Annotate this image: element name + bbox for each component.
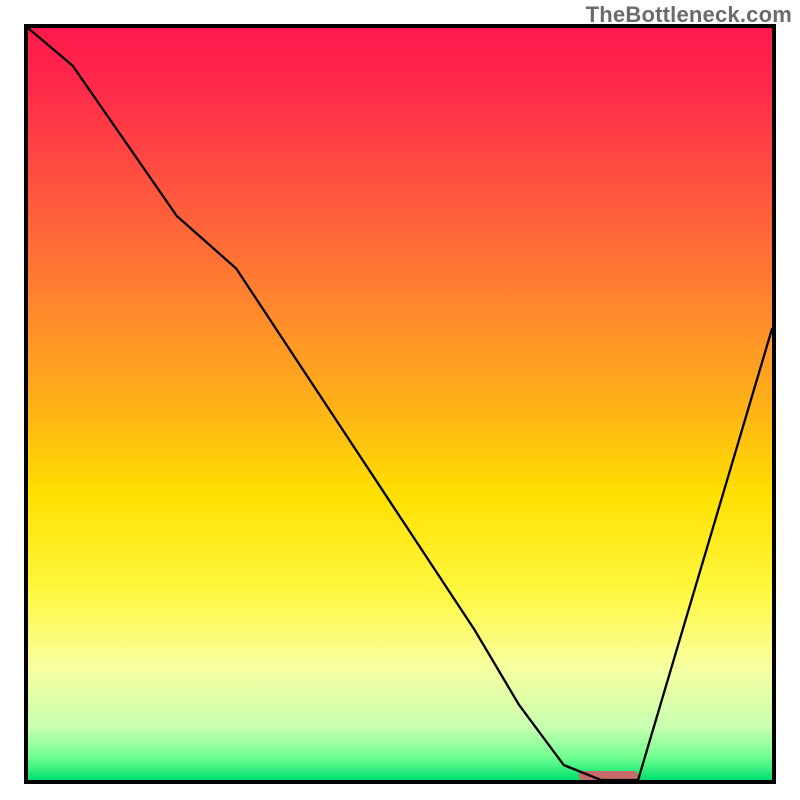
watermark-text: TheBottleneck.com <box>586 2 792 28</box>
bottleneck-plot <box>0 0 800 800</box>
gradient-background <box>28 28 772 780</box>
chart-frame: TheBottleneck.com <box>0 0 800 800</box>
